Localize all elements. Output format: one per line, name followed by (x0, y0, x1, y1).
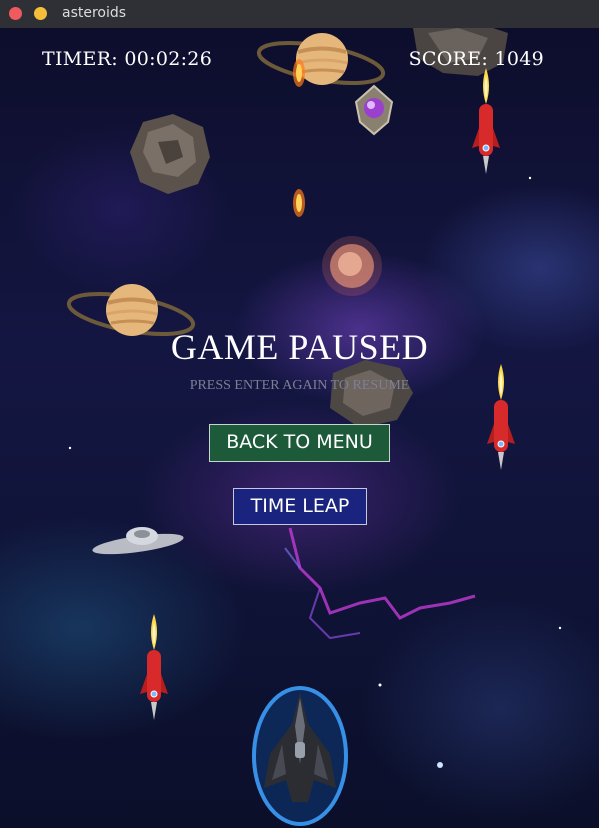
time-leap-button[interactable]: TIME LEAP (233, 488, 367, 525)
fireball-icon (293, 189, 305, 217)
window-titlebar: asteroids (0, 0, 599, 28)
score-display: SCORE: 1049 (408, 48, 544, 70)
game-canvas[interactable]: TIMER: 00:02:26 SCORE: 1049 GAME PAUSED … (0, 28, 599, 828)
fireball-icon (293, 59, 305, 87)
window-title: asteroids (62, 5, 127, 21)
back-to-menu-button[interactable]: BACK TO MENU (209, 424, 390, 462)
ufo-icon (92, 527, 184, 555)
rocket-icon (140, 614, 168, 720)
asteroid-icon (330, 360, 413, 428)
pause-title: GAME PAUSED (170, 327, 429, 367)
player-spaceship-icon[interactable] (250, 684, 350, 828)
resume-hint: PRESS ENTER AGAIN TO RESUME (189, 378, 410, 393)
saturn-planet-icon (256, 33, 386, 85)
minimize-window-button[interactable] (34, 7, 47, 20)
asteroid-icon (130, 114, 210, 194)
fireball-icon (322, 236, 382, 296)
close-window-button[interactable] (9, 7, 22, 20)
rocket-icon (472, 68, 500, 174)
purple-gem-powerup-icon (354, 84, 394, 136)
timer-display: TIMER: 00:02:26 (42, 48, 213, 70)
